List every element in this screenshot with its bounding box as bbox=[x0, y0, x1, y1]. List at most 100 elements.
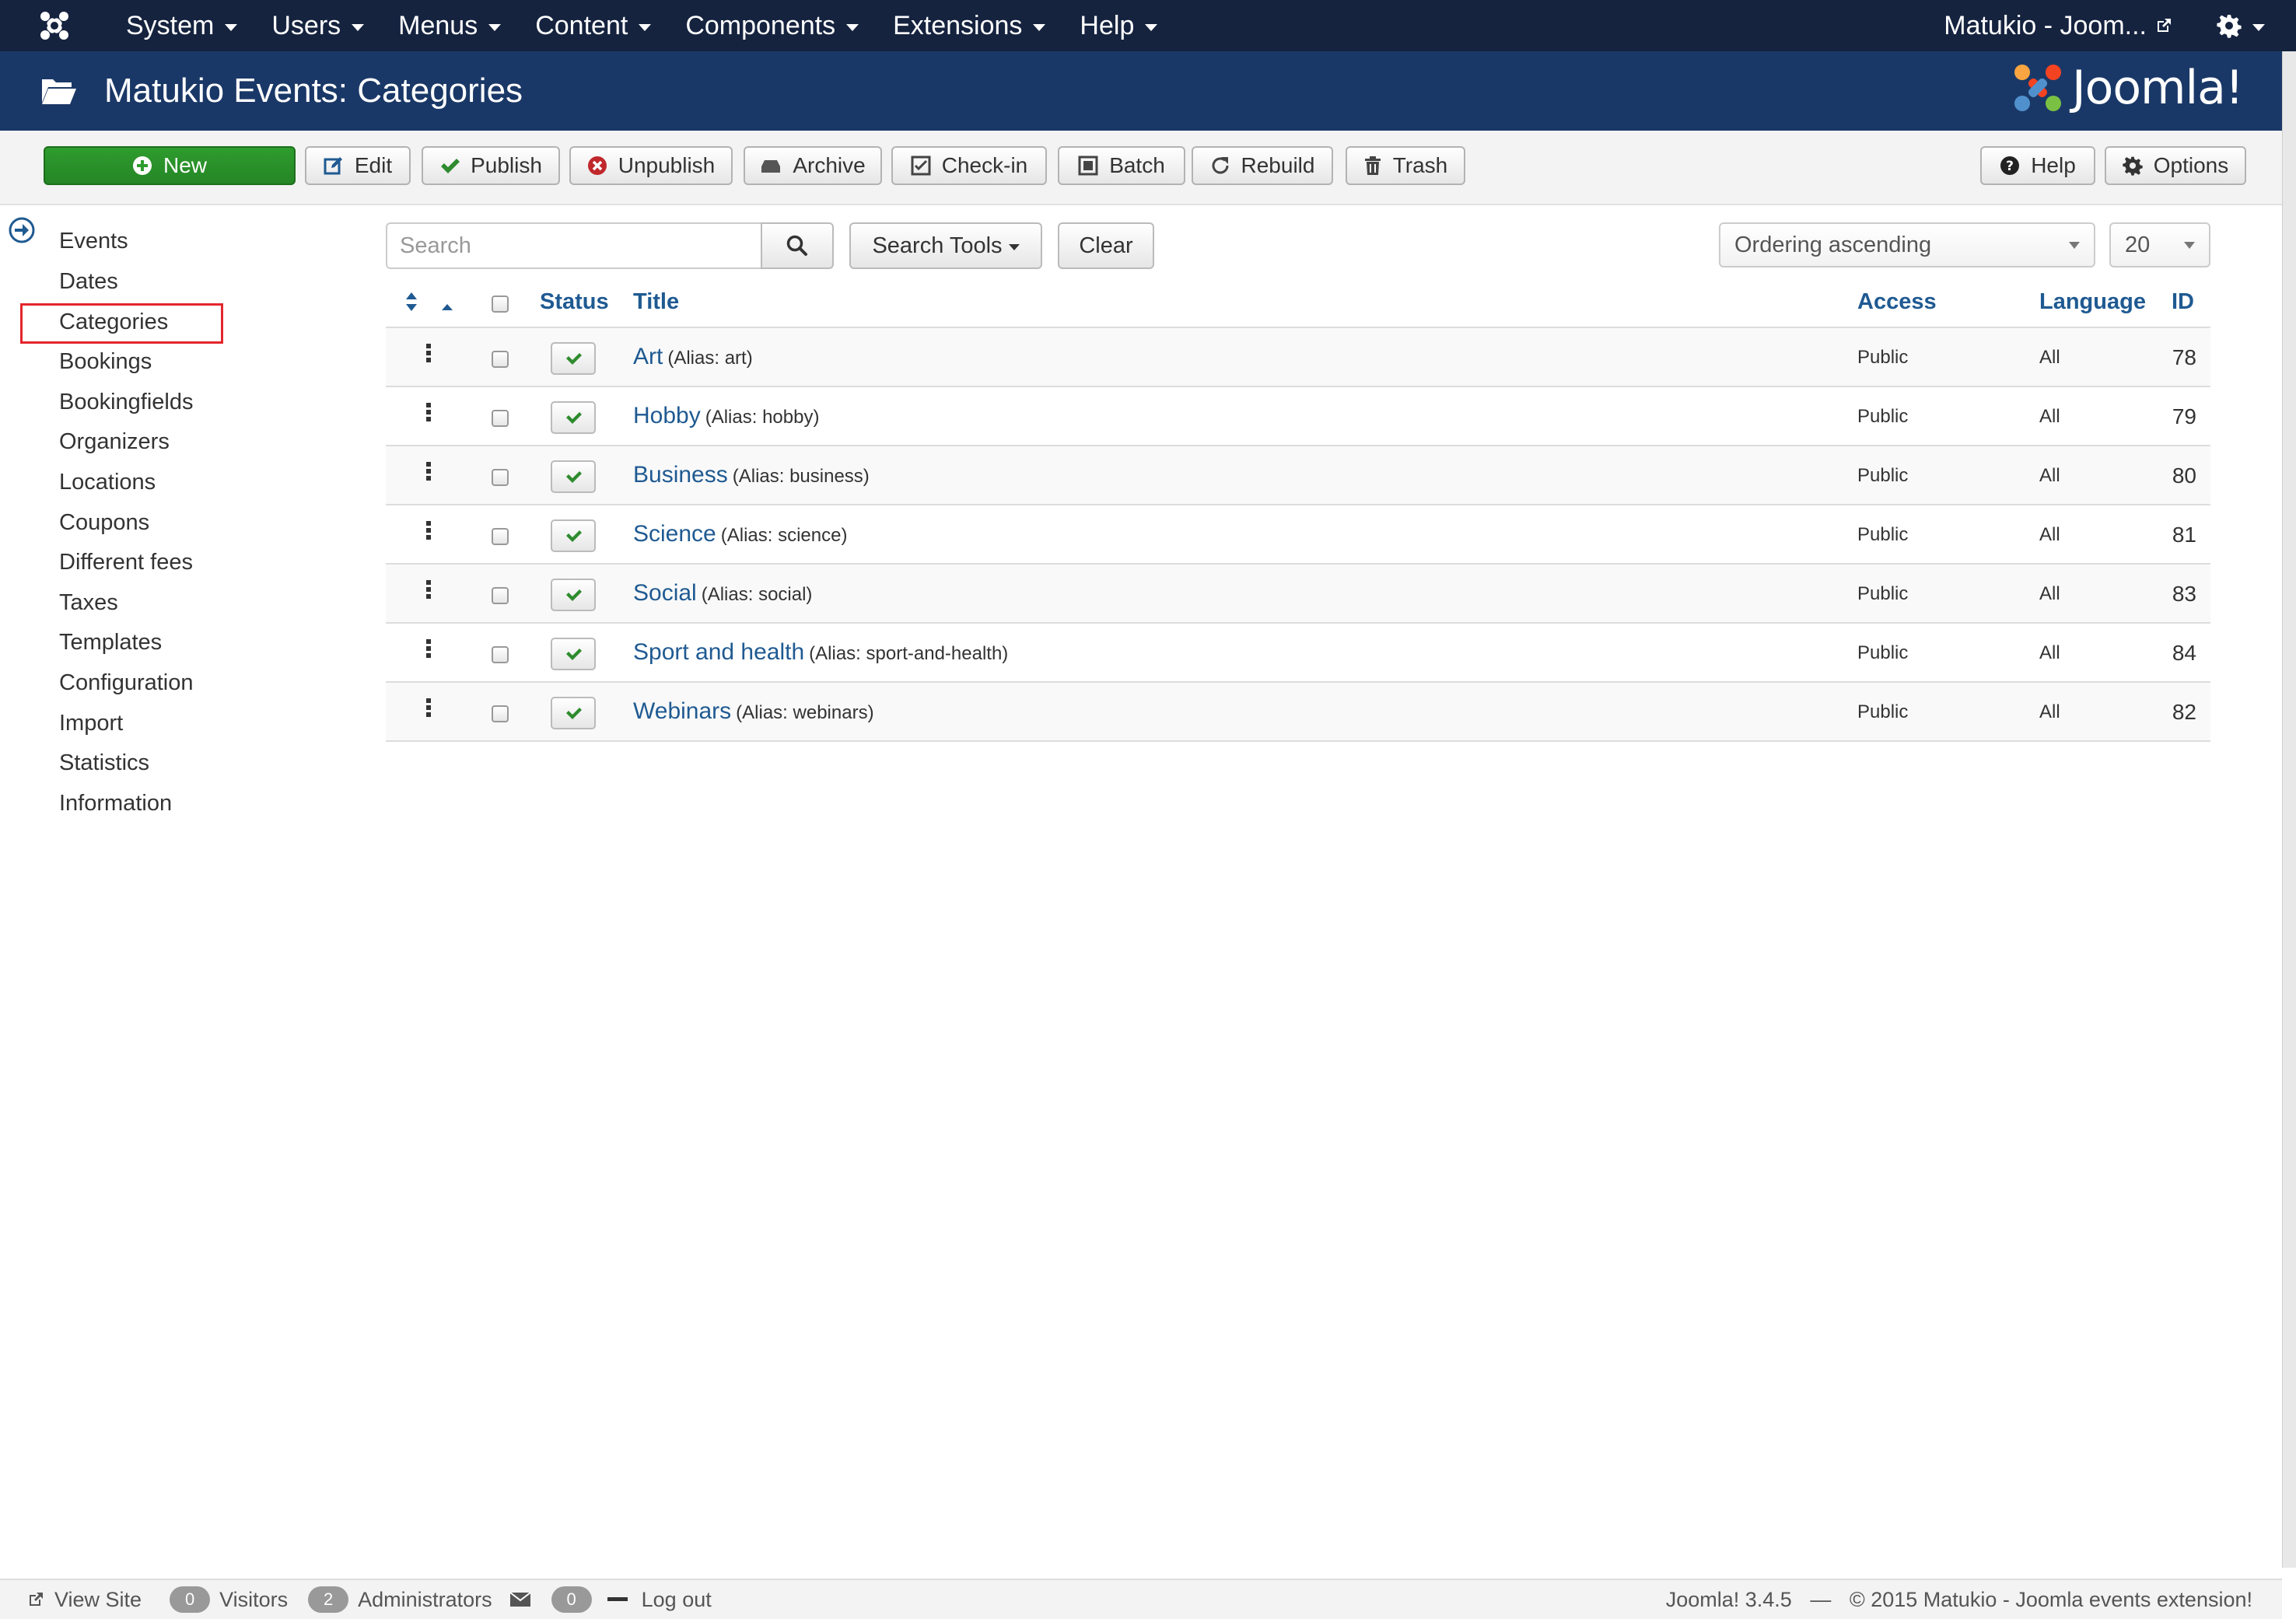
archive-button[interactable]: Archive bbox=[744, 146, 882, 185]
sidebar-item-bookingfields[interactable]: Bookingfields bbox=[59, 390, 194, 415]
column-status[interactable]: Status bbox=[540, 289, 609, 315]
search-button[interactable] bbox=[761, 222, 834, 269]
menu-components[interactable]: Components bbox=[668, 11, 876, 41]
batch-button[interactable]: Batch bbox=[1058, 146, 1185, 185]
joomla-brand-icon[interactable] bbox=[0, 10, 109, 41]
cancel-circle-icon bbox=[587, 156, 607, 176]
category-title-link[interactable]: Sport and health bbox=[633, 639, 804, 665]
category-title-link[interactable]: Webinars bbox=[633, 698, 731, 724]
menu-menus[interactable]: Menus bbox=[381, 11, 518, 41]
title-cell: Webinars (Alias: webinars) bbox=[633, 698, 874, 725]
drag-handle-icon[interactable] bbox=[426, 344, 431, 362]
drag-handle-icon[interactable] bbox=[426, 521, 431, 540]
sidebar-item-configuration[interactable]: Configuration bbox=[59, 670, 194, 696]
published-toggle-button[interactable] bbox=[551, 401, 596, 434]
sidebar-item-dates[interactable]: Dates bbox=[59, 269, 118, 295]
category-title-link[interactable]: Science bbox=[633, 521, 716, 547]
sidebar-item-events[interactable]: Events bbox=[59, 229, 128, 254]
published-toggle-button[interactable] bbox=[551, 697, 596, 729]
search-icon bbox=[786, 235, 807, 256]
category-title-link[interactable]: Business bbox=[633, 462, 728, 488]
drag-handle-icon[interactable] bbox=[426, 580, 431, 599]
category-title-link[interactable]: Hobby bbox=[633, 403, 701, 428]
rebuild-button[interactable]: Rebuild bbox=[1192, 146, 1333, 185]
help-button[interactable]: ? Help bbox=[1980, 146, 2095, 185]
clear-button[interactable]: Clear bbox=[1058, 222, 1154, 269]
category-title-link[interactable]: Art bbox=[633, 344, 663, 369]
row-checkbox[interactable] bbox=[492, 469, 509, 486]
caret-down-icon bbox=[225, 23, 238, 31]
table-row: Webinars (Alias: webinars) Public All 82 bbox=[386, 683, 2210, 742]
messages-badge[interactable]: 0 bbox=[551, 1586, 592, 1613]
table-row: Social (Alias: social) Public All 83 bbox=[386, 565, 2210, 624]
sidebar-item-different-fees[interactable]: Different fees bbox=[59, 550, 193, 575]
logout-link[interactable]: Log out bbox=[642, 1588, 712, 1612]
external-link-icon bbox=[2158, 19, 2171, 32]
menu-content[interactable]: Content bbox=[518, 11, 668, 41]
drag-handle-icon[interactable] bbox=[426, 698, 431, 717]
row-checkbox[interactable] bbox=[492, 705, 509, 722]
check-in-button[interactable]: Check-in bbox=[891, 146, 1047, 185]
envelope-icon[interactable] bbox=[509, 1592, 531, 1607]
drag-handle-icon[interactable] bbox=[426, 462, 431, 481]
title-cell: Social (Alias: social) bbox=[633, 580, 812, 607]
user-settings-menu[interactable] bbox=[2217, 13, 2265, 38]
column-access[interactable]: Access bbox=[1857, 289, 1937, 315]
chevron-down-icon bbox=[2184, 242, 2195, 249]
row-checkbox[interactable] bbox=[492, 587, 509, 604]
category-title-link[interactable]: Social bbox=[633, 580, 697, 606]
site-link[interactable]: Matukio - Joom... bbox=[1944, 11, 2173, 41]
sidebar-toggle-icon[interactable] bbox=[8, 216, 36, 248]
select-all-checkbox[interactable] bbox=[492, 295, 509, 313]
category-alias: (Alias: social) bbox=[701, 584, 813, 605]
publish-button[interactable]: Publish bbox=[422, 146, 560, 185]
copyright-text[interactable]: © 2015 Matukio - Joomla events extension… bbox=[1850, 1588, 2252, 1611]
sort-ordering-icon[interactable] bbox=[404, 291, 418, 319]
published-toggle-button[interactable] bbox=[551, 342, 596, 375]
menu-users[interactable]: Users bbox=[254, 11, 381, 41]
sidebar-item-locations[interactable]: Locations bbox=[59, 470, 156, 495]
row-checkbox[interactable] bbox=[492, 528, 509, 545]
access-cell: Public bbox=[1857, 406, 1909, 427]
row-checkbox[interactable] bbox=[492, 410, 509, 427]
sidebar-item-information[interactable]: Information bbox=[59, 791, 172, 816]
options-button[interactable]: Options bbox=[2105, 146, 2246, 185]
published-toggle-button[interactable] bbox=[551, 519, 596, 552]
sidebar-item-bookings[interactable]: Bookings bbox=[59, 349, 152, 375]
list-limit-select[interactable]: 20 bbox=[2109, 222, 2210, 268]
language-cell: All bbox=[2039, 701, 2060, 722]
ordering-select[interactable]: Ordering ascending bbox=[1719, 222, 2095, 268]
sidebar-item-statistics[interactable]: Statistics bbox=[59, 750, 149, 776]
search-tools-button[interactable]: Search Tools bbox=[849, 222, 1042, 269]
drag-handle-icon[interactable] bbox=[426, 403, 431, 421]
check-icon bbox=[566, 708, 582, 719]
sidebar-item-taxes[interactable]: Taxes bbox=[59, 590, 118, 616]
access-cell: Public bbox=[1857, 347, 1909, 368]
drag-handle-icon[interactable] bbox=[426, 639, 431, 658]
trash-button[interactable]: Trash bbox=[1346, 146, 1465, 185]
search-input[interactable] bbox=[386, 222, 762, 269]
sort-ascending-icon[interactable] bbox=[440, 292, 454, 318]
id-cell: 84 bbox=[2172, 641, 2196, 665]
row-checkbox[interactable] bbox=[492, 646, 509, 663]
sidebar-item-import[interactable]: Import bbox=[59, 711, 123, 736]
title-cell: Science (Alias: science) bbox=[633, 521, 847, 547]
scrollbar-track[interactable] bbox=[2282, 51, 2296, 1568]
column-id[interactable]: ID bbox=[2172, 289, 2194, 315]
view-site-link[interactable]: View Site bbox=[54, 1588, 142, 1612]
sidebar-item-coupons[interactable]: Coupons bbox=[59, 510, 149, 536]
menu-extensions[interactable]: Extensions bbox=[876, 11, 1062, 41]
published-toggle-button[interactable] bbox=[551, 638, 596, 670]
column-title[interactable]: Title bbox=[633, 289, 679, 315]
menu-help[interactable]: Help bbox=[1062, 11, 1174, 41]
sidebar-item-templates[interactable]: Templates bbox=[59, 630, 162, 656]
edit-button[interactable]: Edit bbox=[305, 146, 411, 185]
column-language[interactable]: Language bbox=[2039, 289, 2146, 315]
menu-system[interactable]: System bbox=[109, 11, 254, 41]
sidebar-item-organizers[interactable]: Organizers bbox=[59, 429, 170, 455]
row-checkbox[interactable] bbox=[492, 351, 509, 368]
unpublish-button[interactable]: Unpublish bbox=[569, 146, 733, 185]
published-toggle-button[interactable] bbox=[551, 460, 596, 493]
published-toggle-button[interactable] bbox=[551, 579, 596, 611]
new-button[interactable]: New bbox=[44, 146, 296, 185]
